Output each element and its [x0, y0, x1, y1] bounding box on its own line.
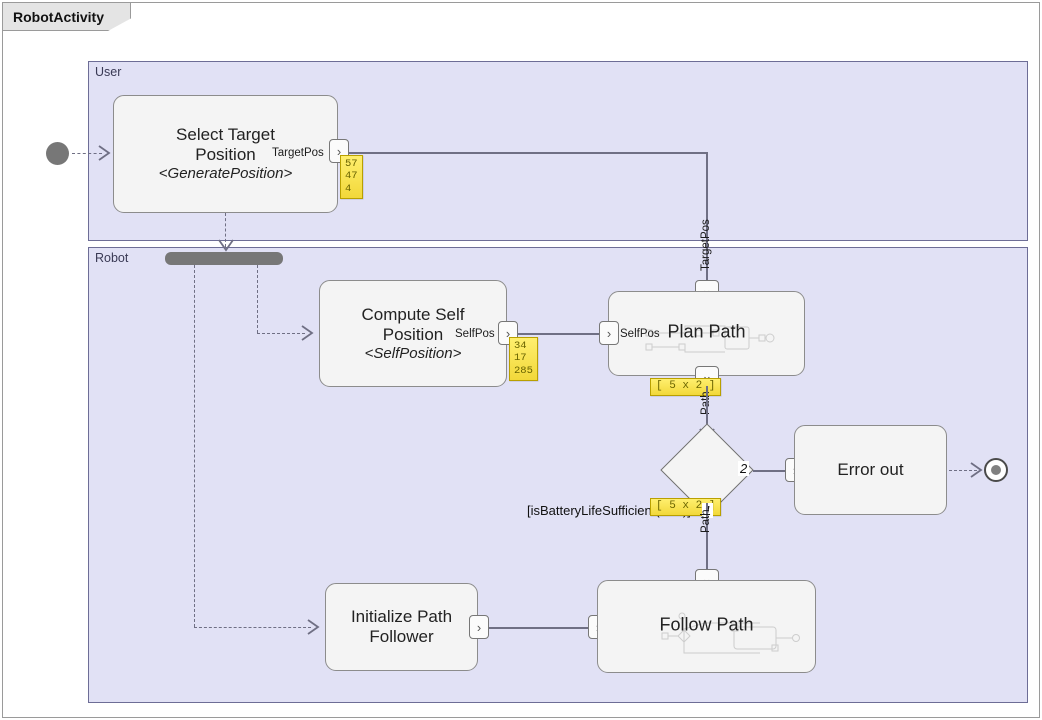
action-title-line2: Follower: [369, 627, 434, 646]
flow-selfpos-to-plan-path: [518, 333, 599, 335]
diagram-title: RobotActivity: [13, 8, 104, 25]
arrowhead-to-compute-self: [301, 325, 315, 341]
call-action-label-follow-path: Follow Path: [659, 613, 754, 634]
flow-targetpos-horizontal: [349, 152, 707, 154]
pin-label-selfpos-out: SelfPos: [455, 328, 495, 340]
fork-node[interactable]: [165, 252, 283, 265]
action-title-line2: Position: [195, 145, 256, 165]
action-subtitle: <GeneratePosition>: [158, 165, 293, 183]
action-title-line1: Initialize Path: [350, 606, 453, 626]
pin-label-targetpos: TargetPos: [272, 147, 324, 159]
flow-fork-to-init-path-vertical: [194, 265, 195, 627]
flow-fork-to-compute-self-horizontal: [257, 333, 305, 334]
tooltip-targetpos-value: 57 47 4: [340, 155, 363, 200]
action-title-line1: Error out: [837, 459, 904, 479]
flow-init-path-to-follow-path: [489, 627, 588, 629]
swimlane-user-label: User: [95, 65, 122, 79]
action-error-out[interactable]: Error out: [794, 425, 947, 515]
action-initialize-path-follower[interactable]: Initialize Path Follower: [325, 583, 478, 671]
action-title-line2: Position: [382, 324, 444, 344]
decision-branch-label-2: 2: [738, 461, 750, 476]
flow-fork-to-compute-self-vertical: [257, 265, 258, 333]
arrowhead-to-fork: [218, 239, 234, 253]
arrowhead-initial-to-select-target: [98, 145, 112, 161]
output-pin-init-path-follower[interactable]: ›: [469, 615, 489, 639]
initial-node[interactable]: [46, 142, 69, 165]
action-title-line1: Compute Self: [361, 304, 465, 324]
input-pin-plan-path-selfpos[interactable]: ›: [599, 321, 619, 345]
diagram-title-tab[interactable]: RobotActivity: [3, 3, 131, 31]
pin-label-selfpos-in: SelfPos: [620, 328, 660, 340]
arrowhead-to-final: [970, 462, 984, 478]
swimlane-robot-label: Robot: [95, 251, 129, 265]
flow-fork-to-init-path-horizontal: [194, 627, 311, 628]
flow-label-path-bottom: Path: [700, 509, 712, 533]
call-action-follow-path[interactable]: Follow Path: [597, 580, 816, 673]
tooltip-selfpos-value: 34 17 285: [509, 337, 538, 382]
flow-decision-to-error-out: [753, 470, 785, 472]
action-title-line1: Select Target: [176, 125, 275, 145]
activity-final-node[interactable]: [984, 458, 1008, 482]
arrowhead-to-init-path: [307, 619, 321, 635]
activity-diagram-frame: RobotActivity User Robot Select Target P…: [2, 2, 1040, 718]
flow-label-targetpos: TargetPos: [700, 219, 712, 271]
action-subtitle: <SelfPosition>: [364, 344, 462, 362]
